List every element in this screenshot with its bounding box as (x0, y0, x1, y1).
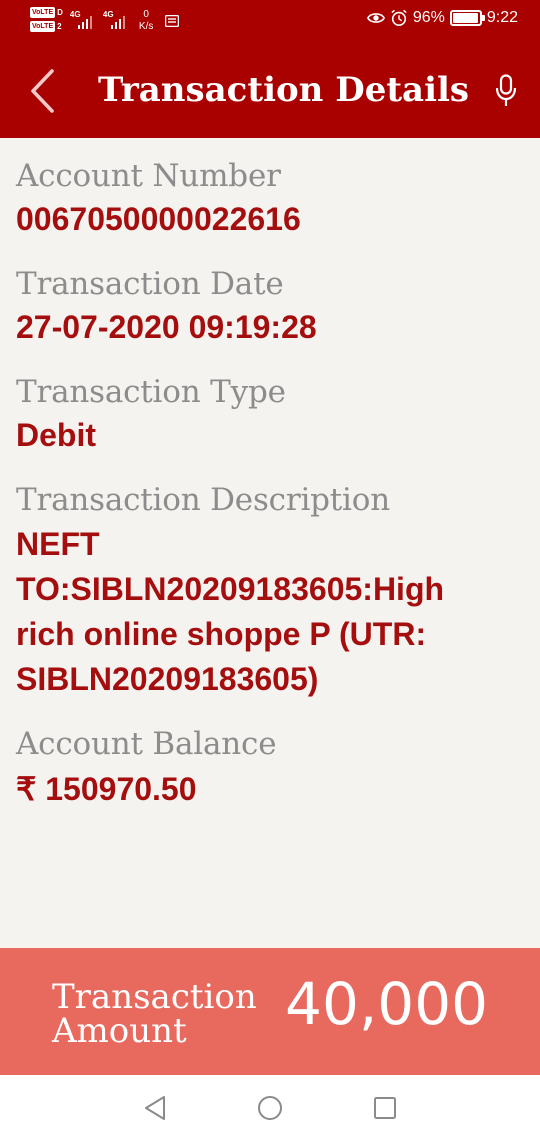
amount-label: Transaction Amount (52, 980, 282, 1048)
nav-back-button[interactable] (140, 1093, 170, 1123)
signal-bars-2-icon (110, 16, 125, 29)
field-label: Account Balance (16, 726, 277, 762)
back-button[interactable] (18, 66, 68, 116)
volte-sim-2: VoLTE 2 (30, 21, 63, 32)
field-label: Account Number (16, 158, 281, 194)
status-bar: VoLTE D VoLTE 2 4G 4G 0 K/s 96% 9:22 (0, 0, 540, 44)
signal-sim-2: 4G (103, 7, 129, 31)
home-circle-icon (258, 1096, 282, 1120)
system-nav-bar (0, 1075, 540, 1140)
volte-badge-1: VoLTE (30, 7, 56, 18)
field-value: ₹ 150970.50 (16, 771, 197, 807)
battery-percent: 96% (412, 9, 445, 26)
field-label: Transaction Date (16, 266, 284, 302)
field-label: Transaction Description (16, 482, 390, 518)
amount-label-line2: Amount (52, 1011, 187, 1051)
notification-icon (165, 15, 180, 27)
network-speed-value: 0 (143, 9, 149, 20)
volte-badge-2: VoLTE (30, 21, 56, 32)
alarm-icon (391, 9, 407, 27)
network-speed-unit: K/s (138, 21, 154, 32)
status-right: 96% 9:22 (366, 9, 518, 27)
app-header: Transaction Details (0, 44, 540, 138)
amount-label-line1: Transaction (52, 977, 257, 1017)
volte-slot-2: 2 (57, 22, 62, 31)
field-transaction-date: Transaction Date 27-07-2020 09:19:28 (16, 265, 317, 345)
nav-home-button[interactable] (255, 1093, 285, 1123)
chevron-left-icon (31, 69, 54, 113)
clock: 9:22 (486, 9, 518, 26)
field-label: Transaction Type (16, 374, 286, 410)
back-triangle-icon (145, 1096, 165, 1120)
field-account-number: Account Number 0067050000022616 (16, 157, 301, 237)
field-transaction-description: Transaction Description NEFT TO:SIBLN202… (16, 481, 486, 702)
page-title: Transaction Details (98, 70, 470, 110)
eye-icon (366, 13, 385, 23)
amount-value: 40,000 (285, 970, 488, 1038)
field-transaction-type: Transaction Type Debit (16, 373, 286, 453)
microphone-icon (495, 74, 517, 106)
voice-search-button[interactable] (492, 71, 520, 111)
signal-sim-1: 4G (70, 7, 96, 31)
field-value: Debit (16, 417, 96, 453)
network-speed: 0 K/s (139, 9, 153, 33)
battery-icon (449, 10, 485, 26)
nav-recents-button[interactable] (370, 1093, 400, 1123)
field-value: NEFT TO:SIBLN20209183605:High rich onlin… (16, 526, 445, 697)
field-account-balance: Account Balance ₹ 150970.50 (16, 725, 277, 807)
status-left: VoLTE D VoLTE 2 4G 4G 0 K/s (30, 7, 180, 39)
transaction-amount-bar: Transaction Amount 40,000 (0, 948, 540, 1075)
volte-sim-1: VoLTE D (30, 7, 63, 18)
recents-square-icon (374, 1097, 396, 1119)
volte-slot-1: D (57, 8, 63, 17)
volte-indicators: VoLTE D VoLTE 2 (30, 7, 63, 32)
field-value: 27-07-2020 09:19:28 (16, 309, 317, 345)
field-value: 0067050000022616 (16, 201, 301, 237)
signal-bars-1-icon (77, 16, 92, 29)
battery-level (452, 13, 478, 23)
